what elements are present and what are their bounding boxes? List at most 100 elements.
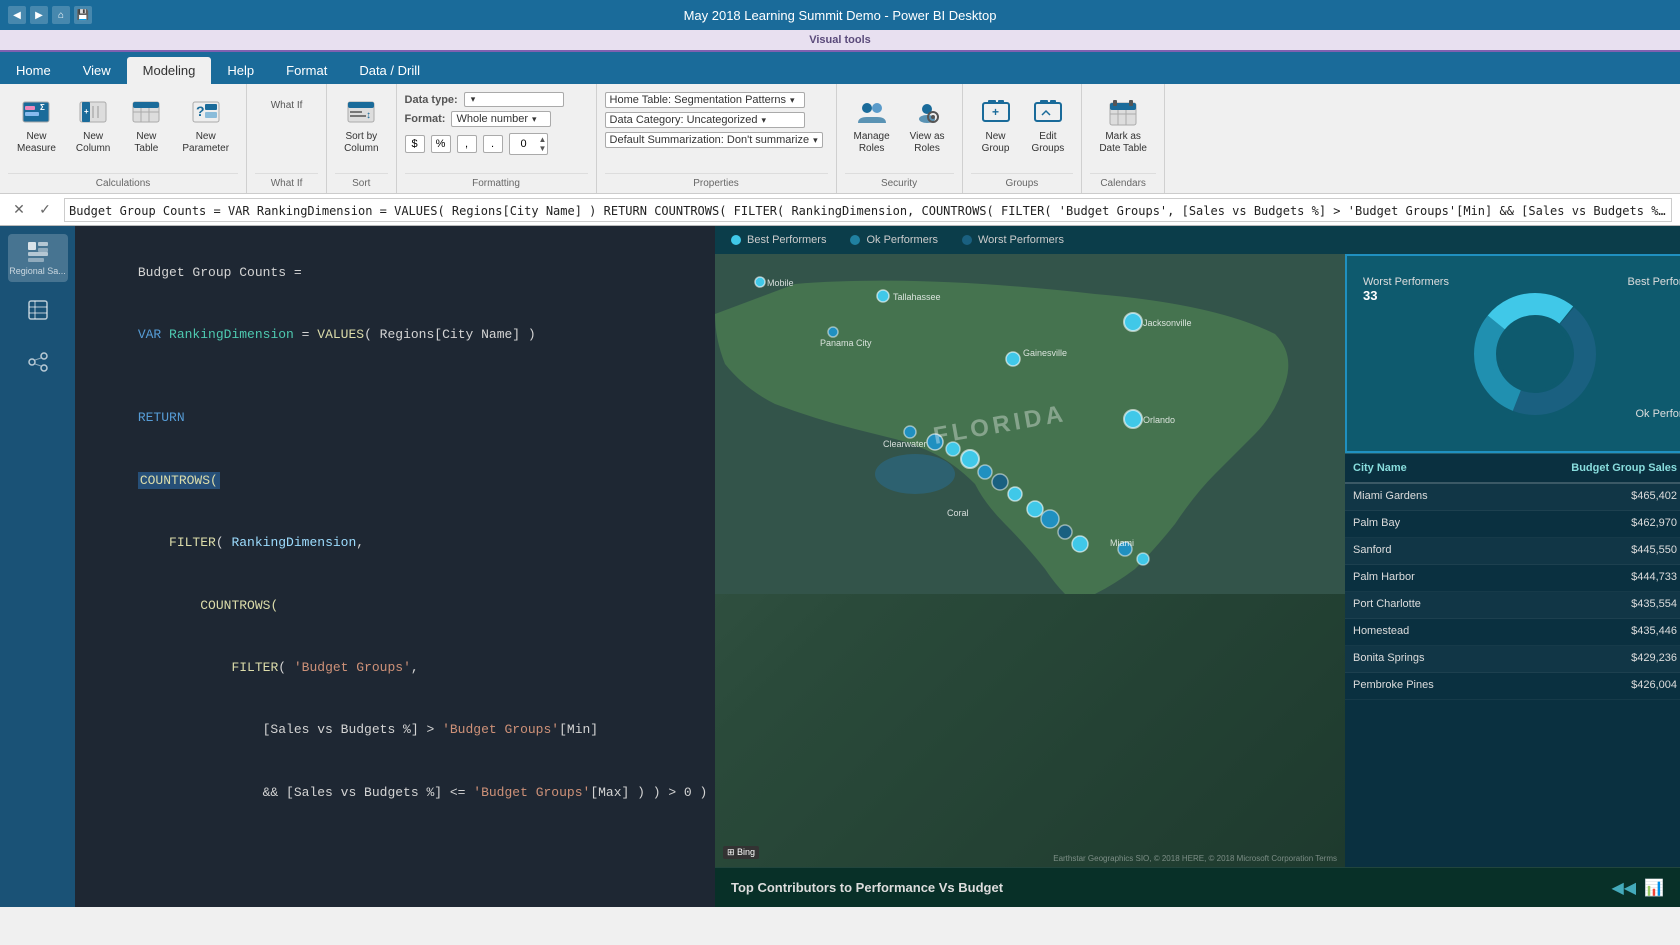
- main-content: Regional Sa... Budget Group Counts =: [0, 226, 1680, 907]
- decimal-input[interactable]: [510, 135, 538, 153]
- sidebar-data-icon[interactable]: [8, 286, 68, 334]
- home-icon[interactable]: ⌂: [52, 6, 70, 24]
- new-parameter-label: NewParameter: [182, 131, 229, 155]
- sort-by-column-button[interactable]: ↕ Sort byColumn: [335, 92, 387, 160]
- ribbon-tabs: Home View Modeling Help Format Data / Dr…: [0, 52, 1680, 84]
- format-row: Format: Whole number: [405, 111, 552, 127]
- code-line-filter2: FILTER( 'Budget Groups',: [91, 637, 699, 699]
- back-icon[interactable]: ◀: [8, 6, 26, 24]
- new-measure-label: NewMeasure: [17, 131, 56, 155]
- sidebar-report-icon[interactable]: Regional Sa...: [8, 234, 68, 282]
- legend-worst-dot: [962, 235, 972, 245]
- svg-text:+: +: [84, 107, 89, 116]
- tab-format[interactable]: Format: [270, 57, 343, 84]
- view-as-roles-icon: [911, 97, 943, 129]
- left-sidebar: Regional Sa...: [0, 226, 75, 907]
- default-summarization-row: Default Summarization: Don't summarize: [605, 132, 823, 148]
- table-row: Miami Gardens$465,402$149,74847.4%: [1345, 484, 1680, 511]
- new-group-button[interactable]: + NewGroup: [971, 92, 1021, 160]
- window-title: May 2018 Learning Summit Demo - Power BI…: [684, 8, 997, 23]
- svg-text:Tallahassee: Tallahassee: [893, 292, 941, 302]
- bottom-icons: ◀◀ 📊: [1611, 878, 1664, 898]
- bing-logo: ⊞ Bing: [723, 846, 759, 859]
- cell-sales: $426,004: [1525, 677, 1680, 695]
- ribbon-section-groups: + NewGroup EditGroups Groups: [963, 84, 1083, 193]
- legend-worst-performers: Worst Performers: [962, 234, 1064, 246]
- sidebar-model-icon[interactable]: [8, 338, 68, 386]
- new-measure-button[interactable]: Σ NewMeasure: [8, 92, 65, 160]
- decimal-up[interactable]: ▲: [539, 135, 547, 144]
- svg-text:Clearwater: Clearwater: [883, 439, 927, 449]
- bottom-label: Top Contributors to Performance Vs Budge…: [731, 880, 1003, 895]
- code-editor[interactable]: Budget Group Counts = VAR RankingDimensi…: [75, 226, 715, 907]
- dollar-button[interactable]: $: [405, 135, 425, 153]
- code-line-condition1: [Sales vs Budgets %] > 'Budget Groups'[M…: [91, 700, 699, 762]
- new-table-icon: [130, 97, 162, 129]
- save-icon[interactable]: 💾: [74, 6, 92, 24]
- decimal-down[interactable]: ▼: [539, 144, 547, 153]
- groups-label: Groups: [971, 173, 1074, 189]
- calendars-label: Calendars: [1090, 173, 1156, 189]
- new-measure-icon: Σ: [20, 97, 52, 129]
- bottom-nav-icon[interactable]: ◀◀: [1611, 878, 1636, 898]
- svg-text:Gainesville: Gainesville: [1023, 348, 1067, 358]
- formula-confirm-button[interactable]: ✓: [34, 199, 56, 221]
- tab-help[interactable]: Help: [211, 57, 270, 84]
- data-type-row: Data type:: [405, 92, 564, 107]
- cell-city: Palm Harbor: [1345, 569, 1525, 587]
- svg-text:Mobile: Mobile: [767, 278, 794, 288]
- dot-button[interactable]: .: [483, 135, 503, 153]
- code-line-condition2: && [Sales vs Budgets %] <= 'Budget Group…: [91, 762, 699, 824]
- legend-best-performers: Best Performers: [731, 234, 826, 246]
- comma-button[interactable]: ,: [457, 135, 477, 153]
- tab-data-drill[interactable]: Data / Drill: [343, 57, 436, 84]
- cell-city: Bonita Springs: [1345, 650, 1525, 668]
- svg-text:Orlando: Orlando: [1143, 415, 1175, 425]
- new-table-button[interactable]: NewTable: [121, 92, 171, 160]
- view-as-roles-button[interactable]: View asRoles: [901, 92, 954, 160]
- tab-view[interactable]: View: [67, 57, 127, 84]
- forward-icon[interactable]: ▶: [30, 6, 48, 24]
- manage-roles-icon: [856, 97, 888, 129]
- tab-home[interactable]: Home: [0, 57, 67, 84]
- svg-text:+: +: [992, 105, 999, 119]
- new-table-label: NewTable: [134, 131, 158, 155]
- dashboard-right: Worst Performers 33 Best Performers 17: [1345, 254, 1680, 867]
- percent-button[interactable]: %: [431, 135, 451, 153]
- data-type-dropdown[interactable]: [464, 92, 564, 107]
- new-parameter-button[interactable]: ? NewParameter: [173, 92, 238, 160]
- default-summarization-dropdown[interactable]: Default Summarization: Don't summarize: [605, 132, 823, 148]
- security-label: Security: [845, 173, 954, 189]
- manage-roles-button[interactable]: ManageRoles: [845, 92, 899, 160]
- donut-center: [1500, 319, 1570, 389]
- calculations-label: Calculations: [8, 173, 238, 189]
- bottom-section: Top Contributors to Performance Vs Budge…: [715, 867, 1680, 907]
- edit-groups-button[interactable]: EditGroups: [1023, 92, 1074, 160]
- dashboard-main: Mobile Tallahassee Jacksonville Panama C…: [715, 254, 1680, 867]
- svg-text:Coral: Coral: [947, 508, 969, 518]
- formula-cancel-button[interactable]: ✕: [8, 199, 30, 221]
- legend-row: Best Performers Ok Performers Worst Perf…: [715, 226, 1680, 254]
- home-table-dropdown[interactable]: Home Table: Segmentation Patterns: [605, 92, 805, 108]
- cell-sales: $435,554: [1525, 596, 1680, 614]
- bottom-chart-icon[interactable]: 📊: [1644, 878, 1664, 898]
- tab-modeling[interactable]: Modeling: [127, 57, 212, 84]
- format-symbols-row: $ % , . ▲ ▼: [405, 131, 549, 157]
- formula-controls: ✕ ✓: [8, 199, 56, 221]
- donut-worst-label: Worst Performers 33: [1363, 276, 1449, 303]
- data-category-dropdown[interactable]: Data Category: Uncategorized: [605, 112, 805, 128]
- new-column-label: NewColumn: [76, 131, 110, 155]
- mark-date-table-button[interactable]: Mark asDate Table: [1090, 92, 1156, 160]
- sort-label: Sort: [335, 173, 387, 189]
- formula-input[interactable]: Budget Group Counts = VAR RankingDimensi…: [64, 198, 1672, 222]
- new-column-button[interactable]: + NewColumn: [67, 92, 119, 160]
- view-as-roles-label: View asRoles: [910, 131, 945, 155]
- donut-ok-label: Ok Performers 23: [1635, 408, 1680, 435]
- visual-tools-banner: Visual tools: [0, 30, 1680, 52]
- sort-by-column-label: Sort byColumn: [344, 131, 378, 155]
- cell-sales: $445,550: [1525, 542, 1680, 560]
- format-dropdown[interactable]: Whole number: [451, 111, 551, 127]
- table-body: Miami Gardens$465,402$149,74847.4%Palm B…: [1345, 484, 1680, 700]
- svg-text:?: ?: [196, 103, 205, 119]
- svg-text:Jacksonville: Jacksonville: [1143, 318, 1192, 328]
